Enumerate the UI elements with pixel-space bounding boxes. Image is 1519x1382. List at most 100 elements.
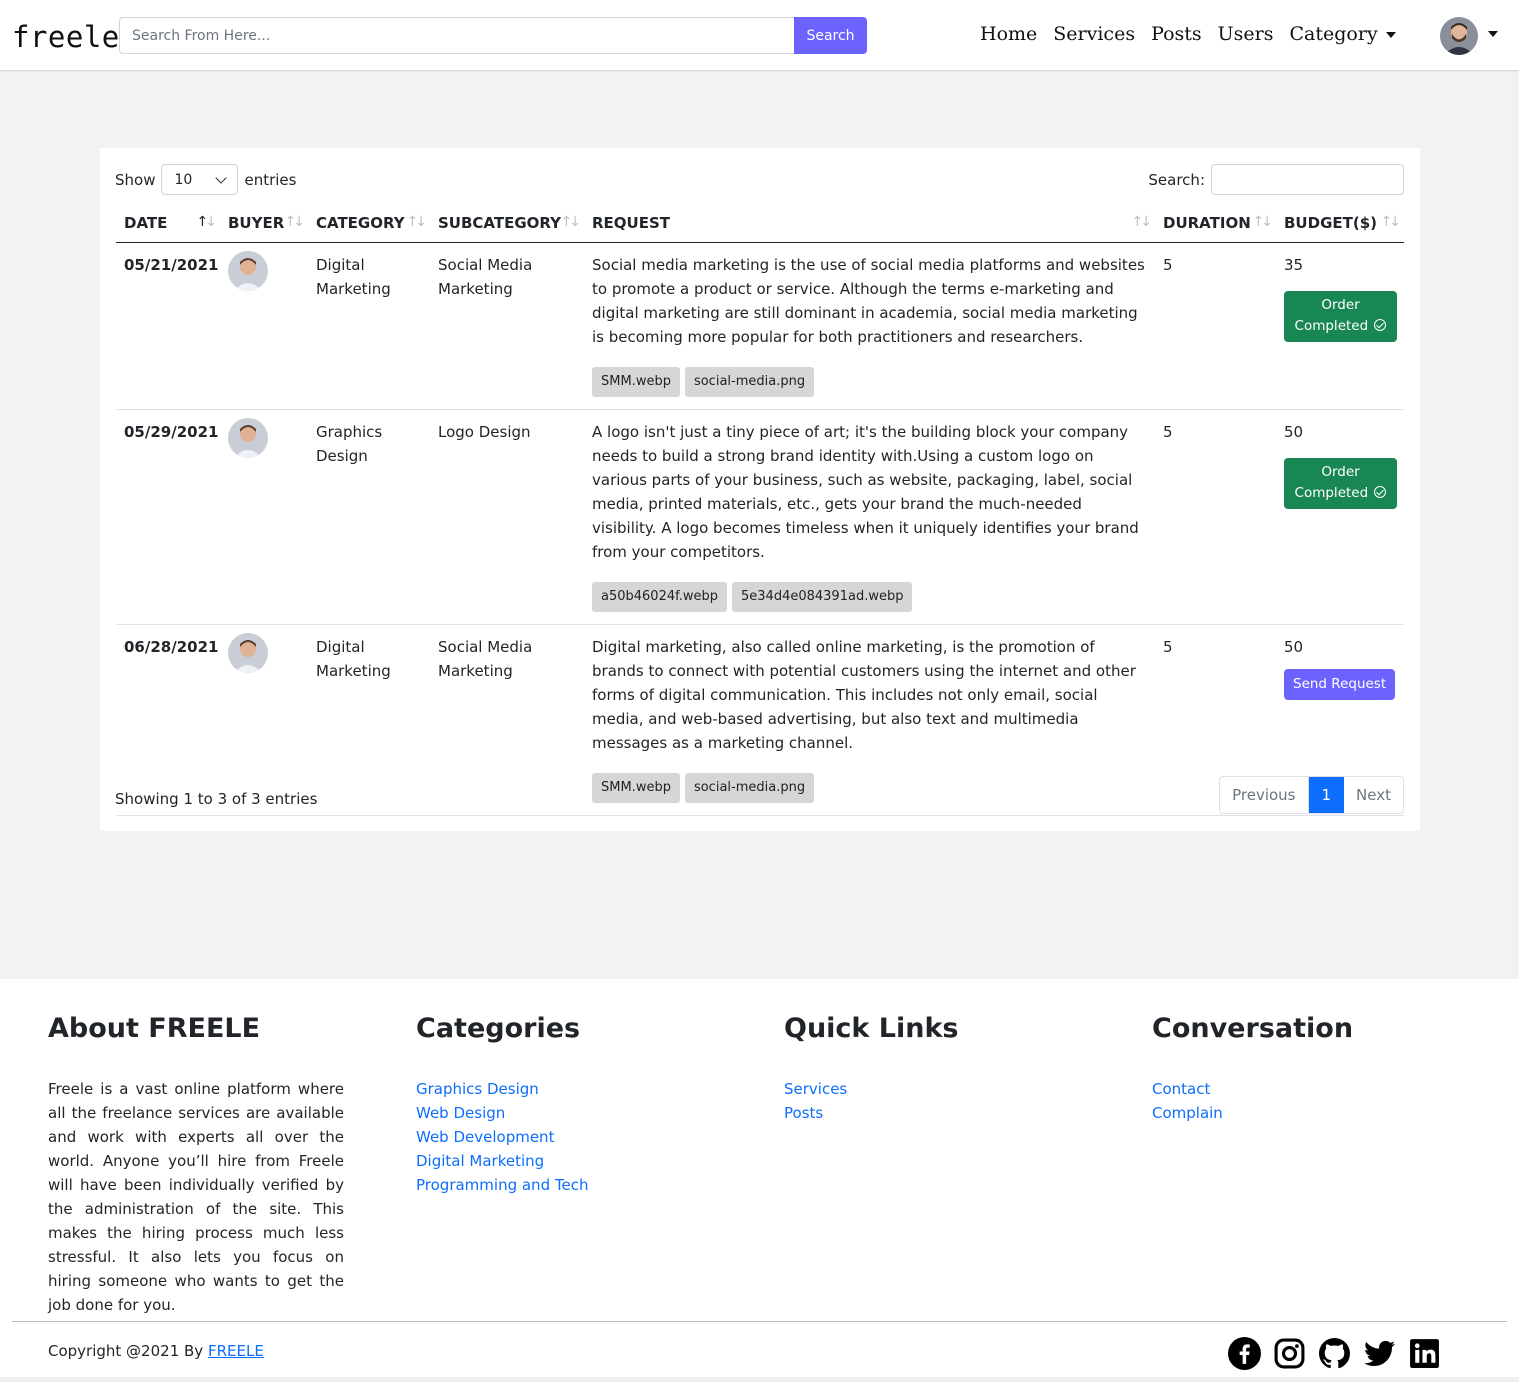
nav-category-dropdown[interactable]: Category bbox=[1290, 20, 1396, 48]
col-header-date[interactable]: DATE ↑↓ bbox=[116, 206, 220, 243]
col-header-buyer[interactable]: BUYER ↑↓ bbox=[220, 206, 308, 243]
row-date: 06/28/2021 bbox=[116, 624, 220, 816]
col-header-budget[interactable]: BUDGET($) ↑↓ bbox=[1276, 206, 1404, 243]
instagram-icon[interactable] bbox=[1273, 1337, 1306, 1370]
request-text: Digital marketing, also called online ma… bbox=[592, 637, 1136, 752]
send-request-button[interactable]: Send Request bbox=[1284, 668, 1396, 700]
buyer-avatar[interactable] bbox=[228, 250, 268, 291]
request-text: Social media marketing is the use of soc… bbox=[592, 255, 1145, 346]
row-date: 05/21/2021 bbox=[116, 242, 220, 410]
pagination-previous[interactable]: Previous bbox=[1220, 777, 1309, 813]
facebook-icon[interactable] bbox=[1228, 1337, 1261, 1370]
footer-link-web-design[interactable]: Web Design bbox=[416, 1101, 588, 1125]
user-avatar[interactable] bbox=[1440, 17, 1478, 55]
row-budget: 50 Order Completed bbox=[1276, 409, 1404, 625]
footer-link-web-development[interactable]: Web Development bbox=[416, 1125, 588, 1149]
row-request: A logo isn't just a tiny piece of art; i… bbox=[584, 409, 1155, 625]
pagination-next[interactable]: Next bbox=[1344, 777, 1403, 813]
footer-link-digital-marketing[interactable]: Digital Marketing bbox=[416, 1149, 588, 1173]
row-request: Social media marketing is the use of soc… bbox=[584, 242, 1155, 410]
order-completed-button[interactable]: Order Completed bbox=[1284, 457, 1397, 509]
page-size-control: Show 10 entries bbox=[115, 164, 296, 195]
status-label: Order Completed bbox=[1294, 296, 1369, 334]
nav-links: Home Services Posts Users Category bbox=[980, 20, 1396, 48]
chevron-down-icon bbox=[215, 171, 228, 184]
col-header-request[interactable]: REQUEST ↑↓ bbox=[584, 206, 1155, 243]
github-icon[interactable] bbox=[1318, 1337, 1351, 1370]
check-circle-icon bbox=[1374, 485, 1387, 498]
account-caret-icon[interactable] bbox=[1488, 31, 1498, 37]
col-header-category[interactable]: CATEGORY ↑↓ bbox=[308, 206, 430, 243]
footer-link-complain[interactable]: Complain bbox=[1152, 1101, 1353, 1125]
sort-icon: ↑↓ bbox=[1380, 214, 1402, 230]
budget-value: 50 bbox=[1284, 637, 1304, 656]
attachment-chip[interactable]: social-media.png bbox=[684, 366, 815, 397]
pagination: Previous 1 Next bbox=[1219, 776, 1404, 814]
footer-link-programming-tech[interactable]: Programming and Tech bbox=[416, 1173, 588, 1197]
row-category: Digital Marketing bbox=[308, 242, 430, 410]
global-search-button[interactable]: Search bbox=[794, 17, 867, 54]
footer-link-posts[interactable]: Posts bbox=[784, 1101, 959, 1125]
attachment-list: SMM.webp social-media.png bbox=[592, 772, 1147, 803]
attachment-chip[interactable]: a50b46024f.webp bbox=[592, 581, 728, 612]
row-subcategory: Social Media Marketing bbox=[430, 242, 584, 410]
requests-card: Show 10 entries Search: DATE ↑↓ BUYER ↑↓ C… bbox=[100, 148, 1420, 831]
attachment-chip[interactable]: SMM.webp bbox=[592, 366, 680, 397]
order-completed-button[interactable]: Order Completed bbox=[1284, 290, 1397, 342]
row-budget: 35 Order Completed bbox=[1276, 242, 1404, 410]
linkedin-icon[interactable] bbox=[1408, 1337, 1441, 1370]
nav-posts[interactable]: Posts bbox=[1151, 20, 1202, 48]
footer-link-graphics-design[interactable]: Graphics Design bbox=[416, 1077, 588, 1101]
footer-about: About FREELE Freele is a vast online pla… bbox=[48, 1009, 344, 1317]
row-buyer bbox=[220, 242, 308, 410]
footer-conversation: Conversation Contact Complain bbox=[1152, 1009, 1353, 1125]
social-links bbox=[1228, 1337, 1441, 1370]
footer-divider bbox=[12, 1321, 1507, 1322]
caret-down-icon bbox=[1385, 32, 1396, 38]
footer-about-title: About FREELE bbox=[48, 1013, 261, 1044]
copyright-link[interactable]: FREELE bbox=[208, 1342, 264, 1360]
table-search-label: Search: bbox=[1148, 170, 1205, 189]
global-search-input[interactable] bbox=[119, 17, 794, 54]
table-row: 06/28/2021 Digital Marketing Social Medi… bbox=[116, 624, 1404, 816]
attachment-chip[interactable]: SMM.webp bbox=[592, 772, 680, 803]
nav-users[interactable]: Users bbox=[1218, 20, 1274, 48]
row-buyer bbox=[220, 624, 308, 816]
buyer-avatar[interactable] bbox=[228, 632, 268, 673]
request-text: A logo isn't just a tiny piece of art; i… bbox=[592, 422, 1139, 561]
footer-link-contact[interactable]: Contact bbox=[1152, 1077, 1353, 1101]
row-date: 05/29/2021 bbox=[116, 409, 220, 625]
row-duration: 5 bbox=[1155, 242, 1276, 410]
page-size-select[interactable]: 10 bbox=[161, 164, 239, 195]
col-header-subcategory[interactable]: SUBCATEGORY ↑↓ bbox=[430, 206, 584, 243]
nav-services[interactable]: Services bbox=[1053, 20, 1135, 48]
footer-link-services[interactable]: Services bbox=[784, 1077, 959, 1101]
page-bottom-strip bbox=[0, 1377, 1519, 1382]
nav-home[interactable]: Home bbox=[980, 20, 1037, 48]
copyright: Copyright @2021 By FREELE bbox=[48, 1339, 264, 1363]
col-header-duration[interactable]: DURATION ↑↓ bbox=[1155, 206, 1276, 243]
buyer-avatar[interactable] bbox=[228, 417, 268, 458]
attachment-list: SMM.webp social-media.png bbox=[592, 366, 1147, 397]
row-subcategory: Social Media Marketing bbox=[430, 624, 584, 816]
row-duration: 5 bbox=[1155, 409, 1276, 625]
footer-categories: Categories Graphics Design Web Design We… bbox=[416, 1009, 588, 1197]
row-category: Digital Marketing bbox=[308, 624, 430, 816]
sort-icon: ↑↓ bbox=[560, 214, 582, 230]
twitter-icon[interactable] bbox=[1363, 1337, 1396, 1370]
entries-label: entries bbox=[244, 170, 297, 189]
status-label: Order Completed bbox=[1294, 463, 1369, 501]
footer-about-text: Freele is a vast online platform where a… bbox=[48, 1080, 344, 1314]
pagination-page-1[interactable]: 1 bbox=[1308, 777, 1345, 813]
row-category: Graphics Design bbox=[308, 409, 430, 625]
table-search: Search: bbox=[1148, 164, 1404, 195]
attachment-chip[interactable]: social-media.png bbox=[684, 772, 815, 803]
brand-logo[interactable]: freele bbox=[12, 19, 120, 55]
attachment-chip[interactable]: 5e34d4e084391ad.webp bbox=[732, 581, 913, 612]
footer-categories-title: Categories bbox=[416, 1013, 581, 1044]
site-footer: About FREELE Freele is a vast online pla… bbox=[0, 979, 1519, 1382]
footer-quick-links: Quick Links Services Posts bbox=[784, 1009, 959, 1125]
table-search-input[interactable] bbox=[1211, 164, 1404, 195]
show-label: Show bbox=[115, 170, 156, 189]
budget-value: 35 bbox=[1284, 255, 1304, 274]
